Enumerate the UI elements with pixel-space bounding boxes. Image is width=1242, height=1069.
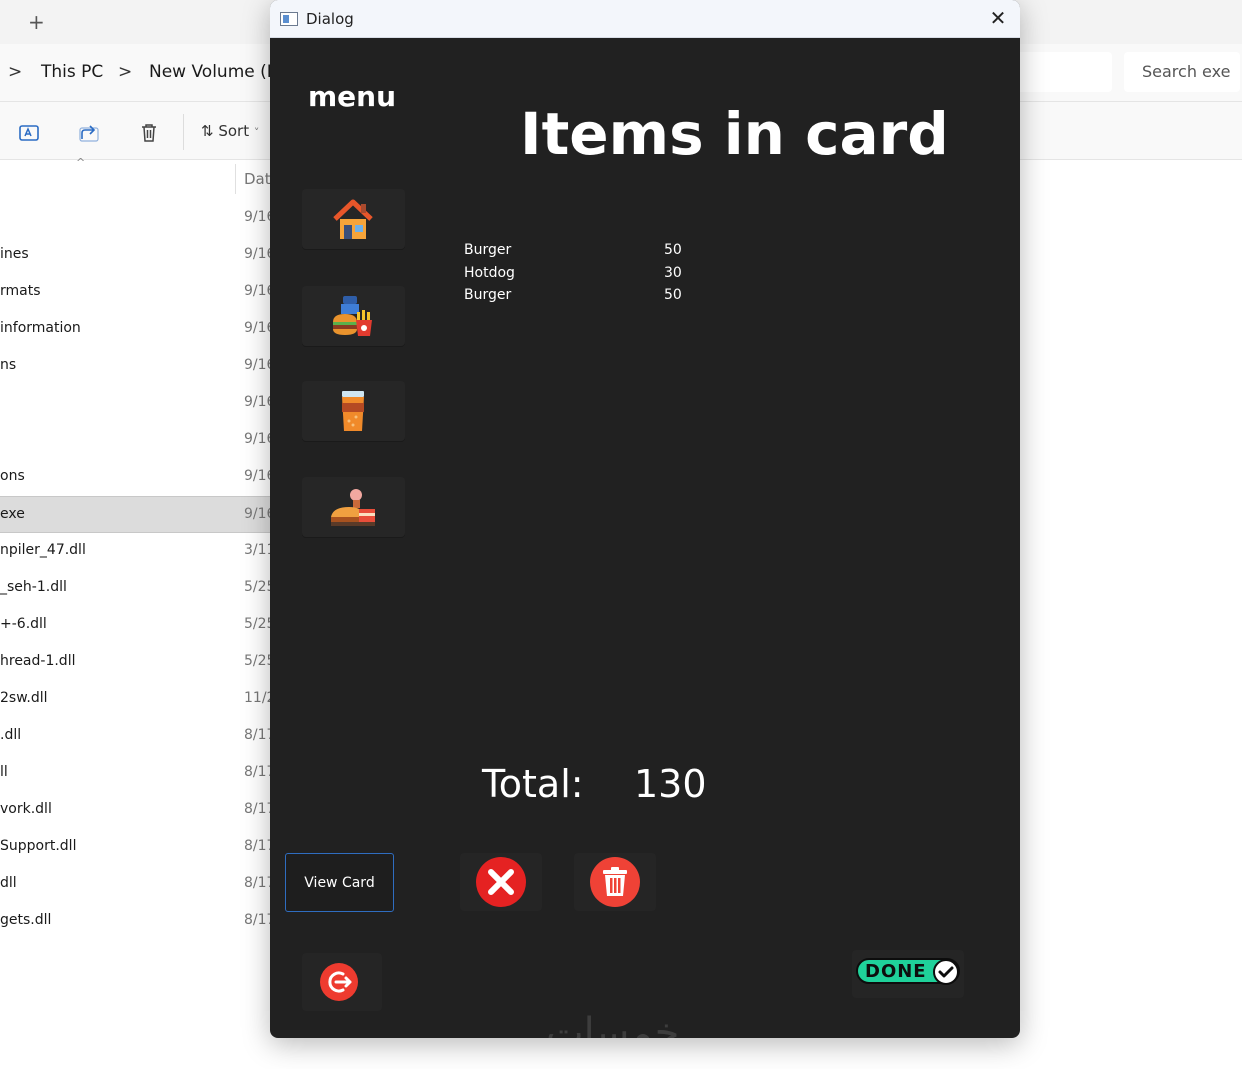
share-icon[interactable] xyxy=(78,122,100,144)
menu-label: menu xyxy=(308,80,397,113)
cart-item[interactable]: Hotdog 30 xyxy=(464,265,694,288)
delete-icon[interactable] xyxy=(138,122,160,144)
file-list: 9/16 ines 9/16 rmats 9/16 information 9/16 ns 9/… xyxy=(0,200,275,940)
cart-item-name: Burger xyxy=(464,287,512,303)
cart-item-price: 30 xyxy=(664,264,682,281)
app-icon xyxy=(280,12,298,26)
drinks-button[interactable] xyxy=(302,381,405,441)
file-row[interactable]: ons 9/16 xyxy=(0,459,275,496)
file-name: gets.dll xyxy=(0,912,52,928)
file-name: ns xyxy=(0,357,17,373)
view-card-label: View Card xyxy=(304,875,375,891)
file-row[interactable]: +-6.dll 5/25 xyxy=(0,607,275,644)
cart-item-price: 50 xyxy=(664,242,682,258)
sort-button[interactable]: ⇅ Sort ˅ xyxy=(201,122,259,140)
file-row[interactable]: npiler_47.dll 3/11 xyxy=(0,533,275,570)
search-input[interactable]: Search exe xyxy=(1124,52,1240,92)
file-row[interactable]: 9/16 xyxy=(0,200,275,237)
file-row[interactable]: rmats 9/16 xyxy=(0,274,275,311)
file-name: _seh-1.dll xyxy=(0,579,67,595)
file-name: npiler_47.dll xyxy=(0,542,86,558)
file-name: ons xyxy=(0,468,25,484)
close-button[interactable]: ✕ xyxy=(988,8,1008,28)
file-name: dll xyxy=(0,875,17,891)
file-row[interactable]: 9/16 xyxy=(0,422,275,459)
checkmark-icon xyxy=(933,959,959,985)
sort-arrow-icon: ^ xyxy=(76,156,86,169)
page-title: Items in card xyxy=(520,100,949,168)
dialog-window: Dialog ✕ menu Items in card Burger 50 Ho… xyxy=(270,0,1020,1038)
file-row[interactable]: gets.dll 8/17 xyxy=(0,903,275,940)
done-badge: DONE xyxy=(856,958,960,985)
fast-food-button[interactable] xyxy=(302,286,405,346)
file-row[interactable]: Support.dll 8/17 xyxy=(0,829,275,866)
trash-icon xyxy=(590,857,640,907)
cart-list: Burger 50 Hotdog 30 Burger 50 xyxy=(464,242,694,310)
total-value: 130 xyxy=(634,762,707,806)
file-row[interactable]: information 9/16 xyxy=(0,311,275,348)
cart-item-name: Burger xyxy=(464,242,512,258)
file-row[interactable]: 9/16 xyxy=(0,385,275,422)
total-label: Total: xyxy=(482,762,584,806)
file-row[interactable]: hread-1.dll 5/25 xyxy=(0,644,275,681)
window-title: Dialog xyxy=(306,10,354,28)
file-row[interactable]: ns 9/16 xyxy=(0,348,275,385)
cart-item-price: 50 xyxy=(664,287,682,303)
done-label: DONE xyxy=(865,961,927,982)
breadcrumb-new-volume[interactable]: New Volume (D xyxy=(149,62,280,82)
dessert-icon xyxy=(331,489,375,526)
breadcrumb-this-pc[interactable]: This PC xyxy=(41,62,103,82)
rename-icon[interactable] xyxy=(18,122,40,144)
file-name: vork.dll xyxy=(0,801,52,817)
logout-icon xyxy=(320,963,358,1001)
sort-icon: ⇅ xyxy=(201,122,214,140)
chevron-right-icon[interactable]: > xyxy=(118,62,132,82)
file-row[interactable]: 2sw.dll 11/2 xyxy=(0,681,275,718)
home-icon xyxy=(333,199,373,239)
search-placeholder: Search exe xyxy=(1142,62,1231,81)
watermark: خمسات xyxy=(546,1010,680,1038)
done-button[interactable]: DONE xyxy=(852,950,964,998)
file-row[interactable]: ines 9/16 xyxy=(0,237,275,274)
file-name: Support.dll xyxy=(0,838,77,854)
file-name: hread-1.dll xyxy=(0,653,76,669)
file-name: exe xyxy=(0,506,25,522)
file-name: rmats xyxy=(0,283,41,299)
chevron-right-icon[interactable]: > xyxy=(8,62,22,82)
cart-item[interactable]: Burger 50 xyxy=(464,287,694,310)
file-row[interactable]: ll 8/17 xyxy=(0,755,275,792)
file-name: .dll xyxy=(0,727,22,743)
cancel-icon xyxy=(476,857,526,907)
file-name: +-6.dll xyxy=(0,616,47,632)
file-name: ines xyxy=(0,246,29,262)
cart-item-name: Hotdog xyxy=(464,264,515,281)
file-name: information xyxy=(0,320,81,336)
file-row[interactable]: vork.dll 8/17 xyxy=(0,792,275,829)
chevron-down-icon: ˅ xyxy=(253,126,260,139)
file-row[interactable]: _seh-1.dll 5/25 xyxy=(0,570,275,607)
file-name: 2sw.dll xyxy=(0,690,48,706)
file-row[interactable]: exe 9/16 xyxy=(0,496,275,533)
delete-button[interactable] xyxy=(574,853,656,911)
cart-item[interactable]: Burger 50 xyxy=(464,242,694,265)
view-card-button[interactable]: View Card xyxy=(285,853,394,912)
file-row[interactable]: dll 8/17 xyxy=(0,866,275,903)
toolbar-divider xyxy=(183,114,184,150)
drink-icon xyxy=(342,391,364,431)
cancel-button[interactable] xyxy=(460,853,542,911)
home-button[interactable] xyxy=(302,189,405,249)
fast-food-icon xyxy=(333,296,372,336)
logout-button[interactable] xyxy=(302,953,382,1011)
new-tab-icon[interactable]: + xyxy=(28,10,48,34)
column-divider[interactable] xyxy=(235,164,236,194)
sort-label: Sort xyxy=(218,122,250,140)
dessert-button[interactable] xyxy=(302,477,405,537)
file-row[interactable]: .dll 8/17 xyxy=(0,718,275,755)
file-name: ll xyxy=(0,764,8,780)
title-bar[interactable]: Dialog ✕ xyxy=(270,0,1020,38)
